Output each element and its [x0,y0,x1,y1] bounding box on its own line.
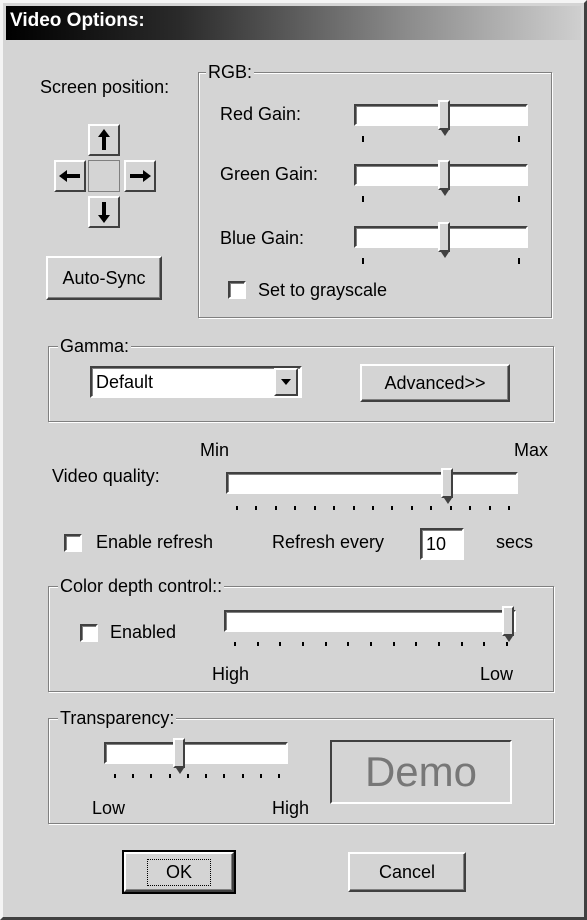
red-gain-thumb[interactable] [438,100,451,136]
video-quality-thumb[interactable] [440,468,453,504]
color-depth-thumb[interactable] [502,606,514,642]
enable-refresh-label: Enable refresh [96,532,214,552]
color-depth-high-label: High [212,664,250,684]
tick-mark [362,136,364,142]
move-up-button[interactable] [88,124,120,156]
gamma-legend: Gamma: [58,336,132,357]
gamma-dropdown-button[interactable] [274,368,298,396]
color-depth-legend: Color depth control:: [58,576,225,597]
tick-mark [205,774,208,778]
blue-gain-label: Blue Gain: [220,228,305,248]
move-left-button[interactable] [54,160,86,192]
tick-mark [438,642,440,646]
move-down-button[interactable] [88,196,120,228]
gamma-select[interactable]: Default [90,366,302,398]
tick-mark [430,506,433,510]
refresh-interval-value: 10 [426,533,447,554]
green-gain-label: Green Gain: [220,164,319,184]
tick-mark [362,196,364,202]
arrow-left-icon [59,170,80,182]
tick-mark [274,506,277,510]
refresh-interval-input[interactable]: 10 [420,528,464,560]
tick-mark [518,258,520,264]
tick-mark [469,506,472,510]
tick-mark [302,642,304,646]
color-depth-enabled-checkbox[interactable] [80,624,98,642]
transparency-legend: Transparency: [58,708,177,729]
tick-mark [294,506,297,510]
tick-mark [313,506,316,510]
tick-mark [255,506,258,510]
move-right-button[interactable] [124,160,156,192]
tick-mark [415,642,418,646]
tick-mark [518,136,520,142]
tick-mark [324,642,327,646]
chevron-down-icon [281,379,291,385]
tick-mark [223,774,226,778]
tick-mark [483,642,486,646]
tick-mark [132,774,135,778]
tick-mark [392,642,395,646]
tick-mark [114,774,116,778]
rgb-legend: RGB: [206,62,255,83]
tick-mark [410,506,413,510]
position-center [88,160,120,192]
tick-mark [168,774,171,778]
arrow-up-icon [98,129,110,150]
tick-mark [234,642,236,646]
tick-mark [256,642,259,646]
red-gain-label: Red Gain: [220,104,302,124]
color-depth-enabled-label: Enabled [110,622,177,642]
tick-mark [259,774,262,778]
transparency-high-label: High [272,798,310,818]
transparency-track[interactable] [104,742,288,764]
advanced-button[interactable]: Advanced>> [360,364,510,402]
tick-mark [347,642,350,646]
tick-mark [506,642,508,646]
tick-mark [150,774,153,778]
auto-sync-button[interactable]: Auto-Sync [46,256,162,300]
green-gain-thumb[interactable] [438,160,451,196]
ok-button[interactable]: OK [122,850,236,894]
color-depth-low-label: Low [480,664,514,684]
tick-mark [278,774,280,778]
color-depth-track[interactable] [224,610,516,632]
cancel-button[interactable]: Cancel [348,852,466,892]
tick-mark [518,196,520,202]
refresh-unit-label: secs [496,532,534,552]
tick-mark [488,506,491,510]
enable-refresh-checkbox[interactable] [64,534,82,552]
tick-mark [362,258,364,264]
tick-mark [391,506,394,510]
tick-mark [372,506,374,510]
video-quality-min-label: Min [200,440,230,460]
tick-mark [370,642,372,646]
arrow-down-icon [98,202,110,223]
video-quality-track[interactable] [226,472,518,494]
arrow-right-icon [130,170,151,182]
screen-position-label: Screen position: [40,77,170,97]
ok-button-label: OK [146,858,211,886]
tick-mark [279,642,282,646]
tick-mark [241,774,244,778]
video-quality-label: Video quality: [52,466,160,486]
tick-mark [333,506,336,510]
tick-mark [508,506,510,510]
window-title: Video Options: [10,10,145,31]
transparency-thumb[interactable] [173,738,186,774]
video-quality-max-label: Max [514,440,549,460]
grayscale-label: Set to grayscale [258,280,388,300]
tick-mark [186,774,189,778]
blue-gain-thumb[interactable] [438,222,451,258]
refresh-every-label: Refresh every [272,532,385,552]
tick-mark [449,506,452,510]
title-bar[interactable]: Video Options: [6,6,581,40]
gamma-selected-value: Default [96,371,154,392]
transparency-demo-preview: Demo [330,740,512,804]
transparency-low-label: Low [92,798,126,818]
tick-mark [460,642,463,646]
grayscale-checkbox[interactable] [228,281,246,299]
tick-mark [352,506,355,510]
tick-mark [236,506,238,510]
